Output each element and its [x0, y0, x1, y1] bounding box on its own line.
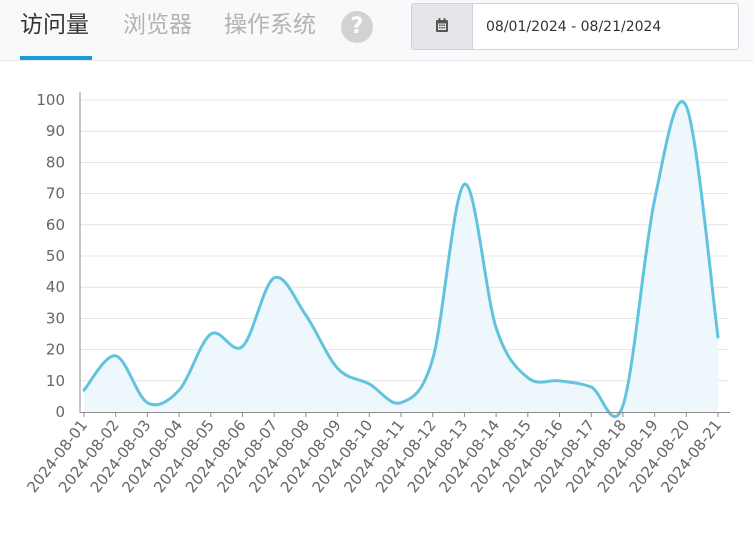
data-point: [82, 388, 86, 392]
data-point: [399, 401, 403, 405]
y-tick-label: 70: [46, 185, 65, 203]
y-tick-label: 60: [46, 216, 65, 234]
data-point: [621, 404, 625, 408]
series-area: [84, 101, 718, 417]
data-point: [241, 344, 245, 348]
data-point: [145, 401, 149, 405]
y-tick-label: 0: [55, 403, 65, 421]
data-point: [558, 379, 562, 383]
y-tick-label: 20: [46, 341, 65, 359]
y-tick-label: 30: [46, 309, 65, 327]
data-point: [431, 357, 435, 361]
data-point: [589, 385, 593, 389]
data-point: [716, 335, 720, 339]
visits-chart: 0102030405060708090100 2024-08-012024-08…: [23, 91, 730, 496]
data-point: [367, 382, 371, 386]
data-point: [653, 198, 657, 202]
data-point: [304, 313, 308, 317]
data-point: [684, 104, 688, 108]
series-line: [82, 100, 720, 418]
y-tick-label: 80: [46, 153, 65, 171]
data-point: [526, 376, 530, 380]
data-point: [209, 332, 213, 336]
data-point: [336, 366, 340, 370]
data-point: [177, 388, 181, 392]
data-point: [272, 276, 276, 280]
data-point: [462, 182, 466, 186]
data-point: [494, 326, 498, 330]
y-tick-label: 100: [36, 91, 65, 109]
y-tick-label: 90: [46, 122, 65, 140]
y-tick-label: 10: [46, 372, 65, 390]
y-tick-label: 50: [46, 247, 65, 265]
data-point: [114, 354, 118, 358]
y-tick-label: 40: [46, 278, 65, 296]
